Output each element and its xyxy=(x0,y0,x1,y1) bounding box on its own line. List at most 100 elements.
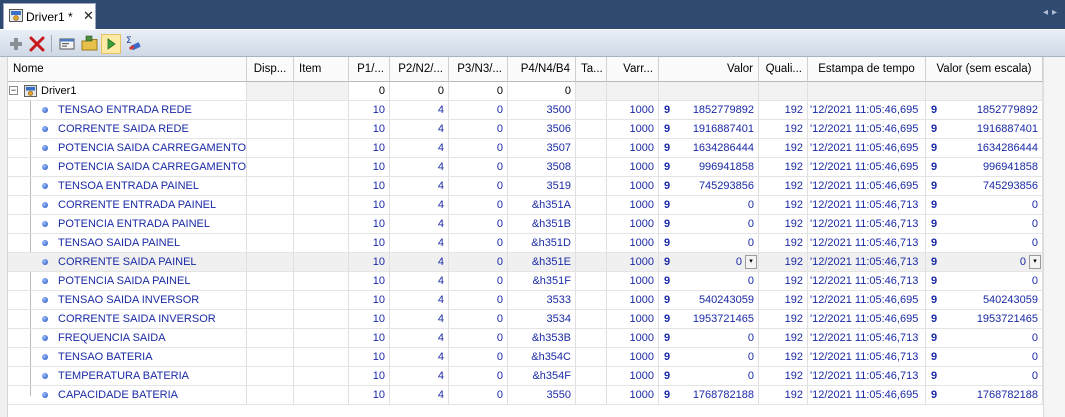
cell-quality[interactable]: 192 xyxy=(759,234,808,253)
cell-p3[interactable]: 0 xyxy=(449,234,508,253)
cell-disp[interactable] xyxy=(247,196,294,215)
delete-button[interactable] xyxy=(27,34,47,54)
cell-p4[interactable]: 3507 xyxy=(508,139,576,158)
cell-quality[interactable]: 192 xyxy=(759,253,808,272)
tab-driver1[interactable]: Driver1 * ✕ xyxy=(3,3,96,29)
tag-name-cell[interactable]: CORRENTE SAIDA REDE xyxy=(8,120,247,139)
cell-timestamp[interactable]: '12/2021 11:05:46,695 xyxy=(808,139,926,158)
table-row[interactable]: CORRENTE SAIDA REDE 10 4 0 3506 1000 9 19168874… xyxy=(8,120,1043,139)
cell-item[interactable] xyxy=(294,253,349,272)
tag-name-cell[interactable]: CORRENTE SAIDA INVERSOR xyxy=(8,310,247,329)
column-header-raw[interactable]: Valor (sem escala) xyxy=(926,57,1043,82)
cell-ta[interactable] xyxy=(576,367,607,386)
sum-button[interactable]: Σ xyxy=(123,34,143,54)
cell-ta[interactable] xyxy=(576,272,607,291)
dropdown-icon[interactable]: ▾ xyxy=(745,255,757,269)
cell-item[interactable] xyxy=(294,329,349,348)
cell-p3[interactable]: 0 xyxy=(449,272,508,291)
scroll-right-icon[interactable]: ▸ xyxy=(1052,7,1061,18)
tag-name-cell[interactable]: TENSAO ENTRADA REDE xyxy=(8,101,247,120)
collapse-icon[interactable]: − xyxy=(9,86,18,95)
tag-name-cell[interactable]: POTENCIA SAIDA CARREGAMENTO 2 xyxy=(8,158,247,177)
run-button[interactable] xyxy=(101,34,121,54)
tag-name-cell[interactable]: POTENCIA SAIDA PAINEL xyxy=(8,272,247,291)
cell-raw-value[interactable]: 9 745293856 xyxy=(926,177,1043,196)
cell-item[interactable] xyxy=(294,348,349,367)
cell-item[interactable] xyxy=(294,291,349,310)
cell-p4[interactable]: &h351F xyxy=(508,272,576,291)
cell-value[interactable]: 90 xyxy=(659,234,759,253)
table-row[interactable]: POTENCIA SAIDA CARREGAMENTO 10 4 0 3507 1000 9… xyxy=(8,139,1043,158)
cell-value[interactable] xyxy=(659,82,759,101)
column-header-item[interactable]: Item xyxy=(294,57,349,82)
cell-p2[interactable]: 4 xyxy=(390,310,449,329)
cell-ta[interactable] xyxy=(576,196,607,215)
cell-scan[interactable]: 1000 xyxy=(607,158,659,177)
cell-timestamp[interactable]: '12/2021 11:05:46,713 xyxy=(808,367,926,386)
cell-quality[interactable]: 192 xyxy=(759,272,808,291)
cell-value[interactable]: 90 xyxy=(659,329,759,348)
add-button[interactable] xyxy=(6,34,26,54)
cell-p1[interactable]: 10 xyxy=(349,196,390,215)
cell-quality[interactable] xyxy=(759,82,808,101)
table-row[interactable]: CAPACIDADE BATERIA 10 4 0 3550 1000 9 176878218… xyxy=(8,386,1043,405)
cell-disp[interactable] xyxy=(247,101,294,120)
cell-item[interactable] xyxy=(294,367,349,386)
vertical-scrollbar[interactable] xyxy=(1043,57,1065,417)
cell-raw-value[interactable]: 90 xyxy=(926,272,1043,291)
table-row[interactable]: CORRENTE SAIDA PAINEL 10 4 0 &h351E 1000 9 0 ▾ 19… xyxy=(8,253,1043,272)
table-row[interactable]: FREQUENCIA SAIDA 10 4 0 &h353B 1000 9 0 192'12/2… xyxy=(8,329,1043,348)
cell-p3[interactable]: 0 xyxy=(449,386,508,405)
cell-p3[interactable]: 0 xyxy=(449,177,508,196)
cell-timestamp[interactable]: '12/2021 11:05:46,713 xyxy=(808,253,926,272)
cell-p4[interactable]: &h354F xyxy=(508,367,576,386)
column-header-time[interactable]: Estampa de tempo xyxy=(808,57,926,82)
cell-disp[interactable] xyxy=(247,329,294,348)
tag-name-cell[interactable]: TENSAO BATERIA xyxy=(8,348,247,367)
column-header-p3[interactable]: P3/N3/... xyxy=(449,57,508,82)
cell-p1[interactable]: 10 xyxy=(349,329,390,348)
cell-p2[interactable]: 4 xyxy=(390,367,449,386)
cell-p3[interactable]: 0 xyxy=(449,367,508,386)
cell-scan[interactable]: 1000 xyxy=(607,367,659,386)
table-row[interactable]: TENSAO ENTRADA REDE 10 4 0 3500 1000 9 18527798… xyxy=(8,101,1043,120)
cell-p3[interactable]: 0 xyxy=(449,310,508,329)
cell-timestamp[interactable]: '12/2021 11:05:46,713 xyxy=(808,215,926,234)
table-row[interactable]: TENSOA ENTRADA PAINEL 10 4 0 3519 1000 9 745293… xyxy=(8,177,1043,196)
cell-ta[interactable] xyxy=(576,177,607,196)
cell-timestamp[interactable]: '12/2021 11:05:46,695 xyxy=(808,291,926,310)
cell-p3[interactable]: 0 xyxy=(449,348,508,367)
cell-raw-value[interactable]: 9 0 ▾ xyxy=(926,253,1043,272)
tag-name-cell[interactable]: CAPACIDADE BATERIA xyxy=(8,386,247,405)
cell-ta[interactable] xyxy=(576,82,607,101)
cell-p4[interactable]: 3550 xyxy=(508,386,576,405)
cell-p2[interactable]: 4 xyxy=(390,158,449,177)
driver-cell-p4[interactable]: 0 xyxy=(508,82,576,101)
cell-value[interactable]: 9 0 ▾ xyxy=(659,253,759,272)
cell-timestamp[interactable]: '12/2021 11:05:46,695 xyxy=(808,386,926,405)
cell-timestamp[interactable]: '12/2021 11:05:46,713 xyxy=(808,196,926,215)
cell-timestamp[interactable]: '12/2021 11:05:46,695 xyxy=(808,158,926,177)
cell-quality[interactable]: 192 xyxy=(759,177,808,196)
cell-p4[interactable]: &h351A xyxy=(508,196,576,215)
cell-timestamp[interactable]: '12/2021 11:05:46,713 xyxy=(808,348,926,367)
cell-item[interactable] xyxy=(294,310,349,329)
cell-p1[interactable]: 10 xyxy=(349,158,390,177)
cell-raw[interactable] xyxy=(926,82,1043,101)
dropdown-icon[interactable]: ▾ xyxy=(1029,255,1041,269)
cell-value[interactable]: 90 xyxy=(659,215,759,234)
cell-ta[interactable] xyxy=(576,291,607,310)
cell-disp[interactable] xyxy=(247,158,294,177)
cell-p3[interactable]: 0 xyxy=(449,329,508,348)
cell-disp[interactable] xyxy=(247,291,294,310)
cell-disp[interactable] xyxy=(247,82,294,101)
table-row[interactable]: POTENCIA ENTRADA PAINEL 10 4 0 &h351B 1000 9 0 1… xyxy=(8,215,1043,234)
cell-p1[interactable]: 10 xyxy=(349,272,390,291)
cell-quality[interactable]: 192 xyxy=(759,120,808,139)
cell-raw-value[interactable]: 9 1916887401 xyxy=(926,120,1043,139)
cell-timestamp[interactable]: '12/2021 11:05:46,713 xyxy=(808,272,926,291)
cell-ta[interactable] xyxy=(576,253,607,272)
table-row[interactable]: TEMPERATURA BATERIA 10 4 0 &h354F 1000 9 0 192'1… xyxy=(8,367,1043,386)
cell-scan[interactable]: 1000 xyxy=(607,310,659,329)
cell-item[interactable] xyxy=(294,196,349,215)
